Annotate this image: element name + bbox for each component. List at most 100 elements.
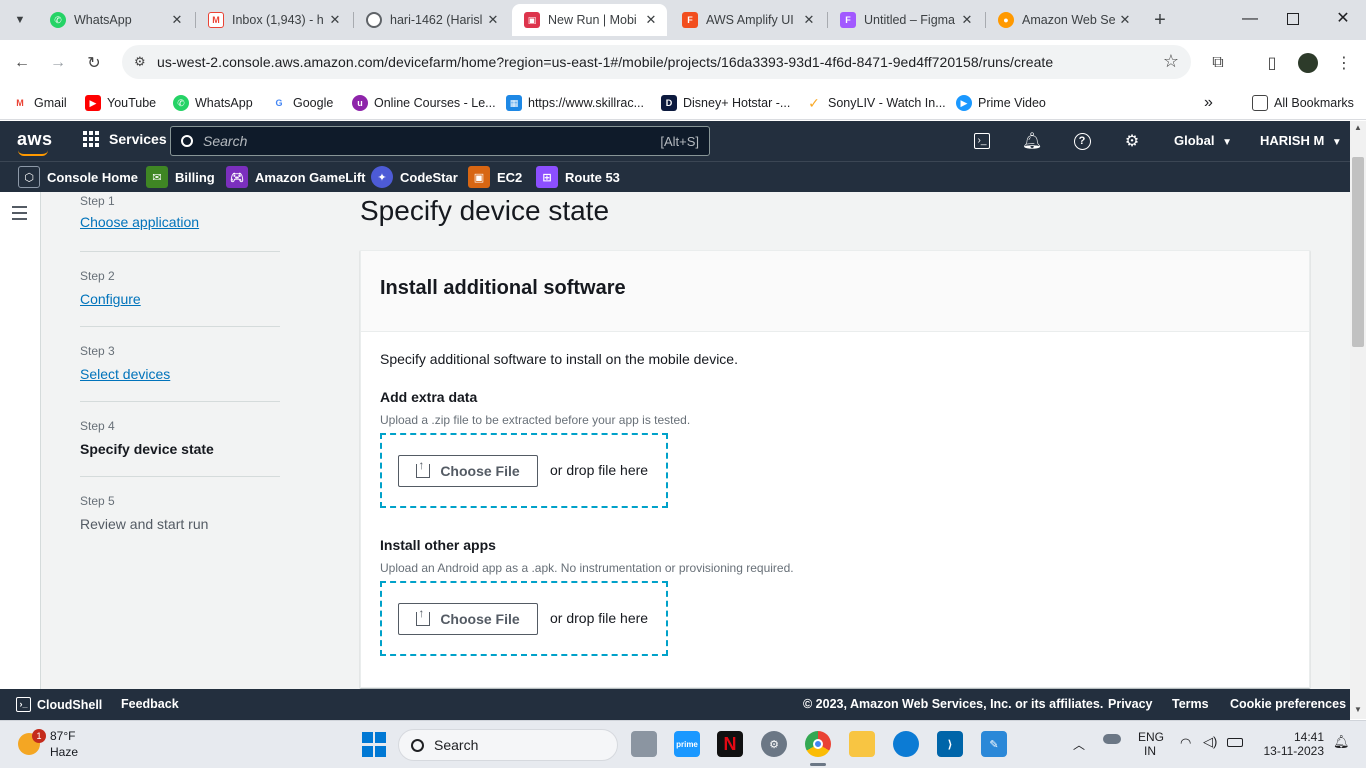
- favorite-route53[interactable]: ⊞ Route 53: [536, 165, 620, 189]
- battery-icon[interactable]: [1227, 738, 1243, 747]
- step-link-select-devices[interactable]: Select devices: [80, 366, 280, 382]
- prime-video-app-icon[interactable]: prime: [674, 731, 700, 757]
- browser-tab[interactable]: ✆ WhatsApp ✕: [38, 4, 193, 36]
- bookmark-sonyliv[interactable]: ✓ SonyLIV - Watch In...: [806, 92, 946, 114]
- close-tab-icon[interactable]: ✕: [169, 12, 185, 28]
- browser-tab[interactable]: F Untitled – Figma ✕: [828, 4, 983, 36]
- settings-app-icon[interactable]: ⚙: [761, 731, 787, 757]
- bookmark-star-icon[interactable]: ☆: [1163, 51, 1179, 72]
- browser-tab-active[interactable]: ▣ New Run | Mobi ✕: [512, 4, 667, 36]
- bookmark-google[interactable]: G Google: [271, 92, 333, 114]
- bookmark-label: Prime Video: [978, 96, 1046, 110]
- weather-widget[interactable]: 1 87°F Haze: [16, 729, 116, 761]
- task-view-icon[interactable]: [631, 731, 657, 757]
- forward-icon[interactable]: →: [46, 51, 70, 75]
- netflix-app-icon[interactable]: N: [717, 731, 743, 757]
- favorite-gamelift[interactable]: 🎮︎ Amazon GameLift: [226, 165, 366, 189]
- favorite-ec2[interactable]: ▣ EC2: [468, 165, 522, 189]
- favorite-billing[interactable]: ✉ Billing: [146, 165, 215, 189]
- wifi-icon[interactable]: ◠: [1180, 735, 1191, 751]
- feedback-link[interactable]: Feedback: [121, 697, 179, 711]
- bookmark-prime-video[interactable]: ▶ Prime Video: [956, 92, 1046, 114]
- step-link-choose-application[interactable]: Choose application: [80, 214, 280, 230]
- notifications-bell-icon[interactable]: 🔔︎: [1021, 130, 1043, 152]
- notification-bell-icon[interactable]: 🔔︎: [1333, 734, 1350, 750]
- other-apps-choose-file-button[interactable]: Choose File: [398, 603, 538, 635]
- account-menu[interactable]: HARISH M ▼: [1260, 133, 1342, 148]
- close-tab-icon[interactable]: ✕: [643, 12, 659, 28]
- close-tab-icon[interactable]: ✕: [801, 12, 817, 28]
- tab-search-button[interactable]: ▼: [8, 8, 32, 32]
- browser-tab[interactable]: hari-1462 (Harisl ✕: [354, 4, 509, 36]
- hamburger-menu-icon[interactable]: [12, 206, 27, 224]
- help-icon[interactable]: ?: [1071, 130, 1093, 152]
- chrome-app-icon[interactable]: [805, 731, 831, 757]
- address-bar[interactable]: ⚙ us-west-2.console.aws.amazon.com/devic…: [122, 45, 1191, 79]
- bookmark-youtube[interactable]: ▶ YouTube: [85, 92, 156, 114]
- bookmark-gmail[interactable]: M Gmail: [12, 92, 67, 114]
- services-menu-button[interactable]: Services: [83, 131, 167, 147]
- scroll-up-arrow[interactable]: ▲: [1354, 123, 1362, 132]
- scrollbar-thumb[interactable]: [1352, 157, 1364, 347]
- close-window-button[interactable]: ✕: [1333, 8, 1353, 28]
- close-tab-icon[interactable]: ✕: [959, 12, 975, 28]
- close-tab-icon[interactable]: ✕: [327, 12, 343, 28]
- settings-gear-icon[interactable]: ⚙: [1121, 130, 1143, 152]
- edge-app-icon[interactable]: [893, 731, 919, 757]
- aws-search-input[interactable]: Search [Alt+S]: [170, 126, 710, 156]
- paint-app-icon[interactable]: ✎: [981, 731, 1007, 757]
- show-hidden-icons[interactable]: ︿: [1073, 736, 1085, 753]
- bookmark-skillrack[interactable]: ▦ https://www.skillrac...: [506, 92, 644, 114]
- extra-data-dropzone[interactable]: Choose File or drop file here: [380, 433, 668, 508]
- cloudshell-button[interactable]: ›_ CloudShell: [16, 697, 102, 712]
- bookmark-online-courses[interactable]: u Online Courses - Le...: [352, 92, 496, 114]
- bookmark-whatsapp[interactable]: ✆ WhatsApp: [173, 92, 253, 114]
- favorite-codestar[interactable]: ✦ CodeStar: [371, 165, 458, 189]
- browser-tab[interactable]: ● Amazon Web Se ✕: [986, 4, 1141, 36]
- browser-menu-icon[interactable]: ⋮: [1332, 51, 1356, 75]
- aws-logo[interactable]: aws: [17, 129, 53, 150]
- all-bookmarks[interactable]: All Bookmarks: [1252, 92, 1354, 114]
- language-indicator[interactable]: ENG IN: [1138, 730, 1164, 758]
- close-tab-icon[interactable]: ✕: [485, 12, 501, 28]
- side-panel-icon[interactable]: ▯: [1260, 51, 1284, 75]
- panel-title: Install additional software: [380, 277, 626, 299]
- onedrive-icon[interactable]: [1103, 734, 1121, 744]
- back-icon[interactable]: ←: [10, 51, 34, 75]
- profile-avatar[interactable]: [1296, 51, 1320, 75]
- browser-tab[interactable]: M Inbox (1,943) - h ✕: [196, 4, 351, 36]
- taskbar-search[interactable]: Search: [398, 729, 618, 761]
- clock[interactable]: 14:41 13-11-2023: [1262, 730, 1325, 758]
- minimize-window-button[interactable]: —: [1240, 10, 1260, 30]
- cookie-preferences-link[interactable]: Cookie preferences: [1230, 697, 1346, 711]
- cloudshell-icon[interactable]: ›_: [971, 130, 993, 152]
- file-explorer-app-icon[interactable]: [849, 731, 875, 757]
- drop-file-text: or drop file here: [550, 462, 649, 478]
- scroll-down-arrow[interactable]: ▼: [1354, 705, 1362, 714]
- step-link-configure[interactable]: Configure: [80, 291, 280, 307]
- privacy-link[interactable]: Privacy: [1108, 697, 1152, 711]
- extensions-icon[interactable]: ⧉: [1206, 51, 1230, 75]
- terms-link[interactable]: Terms: [1172, 697, 1209, 711]
- browser-tab[interactable]: F AWS Amplify UI ✕: [670, 4, 825, 36]
- volume-icon[interactable]: ◁): [1203, 734, 1217, 750]
- upload-icon: [416, 458, 431, 478]
- bookmarks-overflow-icon[interactable]: »: [1204, 92, 1213, 114]
- vscode-app-icon[interactable]: ⟩: [937, 731, 963, 757]
- copyright-text: © 2023, Amazon Web Services, Inc. or its…: [803, 697, 1104, 711]
- favorite-console-home[interactable]: ⬡ Console Home: [18, 165, 138, 189]
- windows-start-icon[interactable]: [361, 731, 387, 757]
- codestar-icon: ✦: [371, 166, 393, 188]
- drop-file-text: or drop file here: [550, 610, 649, 626]
- extra-data-choose-file-button[interactable]: Choose File: [398, 455, 538, 487]
- cube-icon: ⬡: [18, 166, 40, 188]
- site-info-icon[interactable]: ⚙: [134, 54, 146, 70]
- other-apps-dropzone[interactable]: Choose File or drop file here: [380, 581, 668, 656]
- new-tab-button[interactable]: +: [1148, 8, 1172, 32]
- reload-icon[interactable]: ↻: [82, 51, 106, 75]
- region-selector[interactable]: Global ▼: [1174, 133, 1232, 148]
- close-tab-icon[interactable]: ✕: [1117, 12, 1133, 28]
- maximize-window-button[interactable]: [1287, 13, 1299, 25]
- bookmark-hotstar[interactable]: D Disney+ Hotstar -...: [661, 92, 790, 114]
- page-scrollbar[interactable]: ▲ ▼: [1350, 121, 1366, 719]
